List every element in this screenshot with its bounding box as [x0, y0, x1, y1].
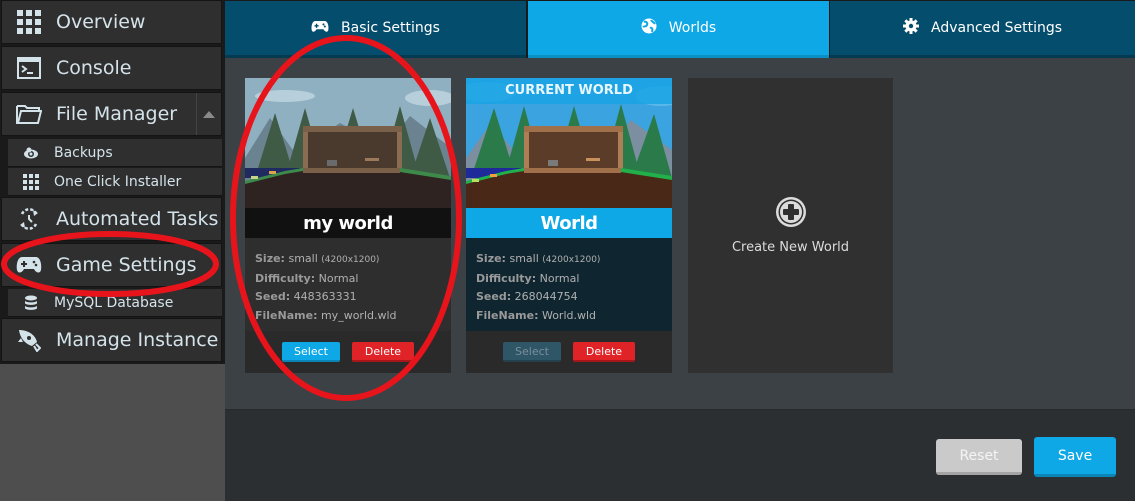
create-new-world-label: Create New World — [731, 240, 850, 255]
grid-icon — [2, 10, 56, 34]
difficulty-label: Difficulty: — [476, 271, 537, 285]
sidebar-item-mysql-database[interactable]: MySQL Database — [8, 289, 222, 317]
sidebar-item-manage-instance[interactable]: Manage Instance — [1, 318, 222, 362]
world-seed: Seed: 448363331 — [255, 288, 441, 307]
world-info: Size: small (4200x1200) Difficulty: Norm… — [245, 238, 451, 331]
terminal-icon — [2, 57, 56, 79]
delete-world-button[interactable]: Delete — [573, 342, 635, 362]
world-name: World — [466, 208, 672, 238]
difficulty-value: Normal — [318, 271, 359, 285]
database-icon — [8, 295, 54, 311]
tab-label: Worlds — [668, 20, 717, 36]
seed-label: Seed: — [476, 290, 512, 303]
world-size: Size: small (4200x1200) — [255, 250, 441, 270]
create-new-world-button[interactable]: Create New World — [688, 78, 893, 373]
seed-value: 268044754 — [514, 290, 578, 303]
filename-value: World.wld — [541, 308, 597, 322]
tab-label: Basic Settings — [341, 20, 440, 36]
sidebar-item-label: Automated Tasks — [56, 208, 219, 230]
world-preview-image: CURRENT WORLD — [466, 78, 672, 208]
worlds-panel: my world Size: small (4200x1200) Difficu… — [225, 58, 1135, 409]
world-info: Size: small (4200x1200) Difficulty: Norm… — [466, 238, 672, 331]
select-world-button[interactable]: Select — [282, 342, 340, 362]
seed-value: 448363331 — [293, 290, 357, 303]
world-difficulty: Difficulty: Normal — [255, 270, 441, 289]
gamepad-icon — [2, 256, 56, 274]
sidebar-item-overview[interactable]: Overview — [1, 0, 222, 44]
delete-world-button[interactable]: Delete — [352, 342, 414, 362]
chevron-up-icon — [203, 111, 215, 118]
gamepad-icon — [311, 20, 329, 37]
difficulty-value: Normal — [539, 271, 580, 285]
footer-actions: Reset Save — [225, 409, 1135, 501]
collapse-button[interactable] — [196, 93, 221, 135]
tab-basic-settings[interactable]: Basic Settings — [225, 1, 526, 58]
filename-label: FileName: — [255, 308, 318, 322]
settings-tabs: Basic Settings Worlds Advanced Settings — [225, 0, 1135, 58]
sidebar-item-file-manager[interactable]: File Manager — [1, 92, 222, 136]
size-label: Size: — [476, 252, 506, 265]
reset-button[interactable]: Reset — [936, 439, 1022, 475]
sidebar-item-label: Manage Instance — [56, 329, 219, 351]
world-filename: FileName: World.wld — [476, 307, 662, 326]
world-difficulty: Difficulty: Normal — [476, 270, 662, 289]
size-value: small — [509, 252, 539, 265]
sidebar-item-label: Backups — [54, 144, 113, 161]
globe-icon — [641, 18, 657, 38]
world-card: my world Size: small (4200x1200) Difficu… — [245, 78, 451, 373]
world-size: Size: small (4200x1200) — [476, 250, 662, 270]
sidebar-item-label: Game Settings — [56, 254, 197, 276]
backup-cloud-icon — [8, 147, 54, 159]
world-preview-image — [245, 78, 451, 208]
sidebar-item-label: MySQL Database — [54, 294, 174, 311]
size-value: small — [288, 252, 318, 265]
tab-worlds[interactable]: Worlds — [528, 1, 829, 58]
tab-advanced-settings[interactable]: Advanced Settings — [830, 1, 1135, 58]
plus-circle-icon — [775, 196, 807, 232]
sidebar-item-backups[interactable]: Backups — [8, 139, 222, 167]
world-seed: Seed: 268044754 — [476, 288, 662, 307]
sidebar-item-console[interactable]: Console — [1, 46, 222, 90]
size-dims: (4200x1200) — [321, 255, 380, 265]
save-button[interactable]: Save — [1034, 437, 1116, 477]
sidebar: Overview Console File Manager Backups On… — [0, 0, 225, 364]
filename-label: FileName: — [476, 308, 539, 322]
tab-label: Advanced Settings — [930, 20, 1063, 36]
sidebar-item-label: File Manager — [56, 103, 178, 125]
size-label: Size: — [255, 252, 285, 265]
filename-value: my_world.wld — [320, 308, 397, 322]
current-world-banner: CURRENT WORLD — [505, 82, 633, 98]
sidebar-item-label: Console — [56, 57, 132, 79]
world-card-current: CURRENT WORLD World Size: small (4200x12… — [466, 78, 672, 373]
world-name: my world — [245, 208, 451, 238]
gear-icon — [902, 18, 919, 38]
grid-icon — [8, 173, 54, 190]
seed-label: Seed: — [255, 290, 291, 303]
size-dims: (4200x1200) — [542, 255, 601, 265]
sidebar-item-label: One Click Installer — [54, 173, 182, 190]
folder-icon — [2, 104, 56, 124]
sidebar-item-label: Overview — [56, 11, 146, 33]
app-root: Overview Console File Manager Backups On… — [0, 0, 1135, 501]
world-filename: FileName: my_world.wld — [255, 307, 441, 326]
select-world-button[interactable]: Select — [503, 342, 561, 362]
rocket-icon — [2, 328, 56, 352]
world-actions: Select Delete — [245, 331, 451, 373]
world-actions: Select Delete — [466, 331, 672, 373]
sidebar-item-game-settings[interactable]: Game Settings — [1, 243, 222, 287]
sidebar-item-one-click-installer[interactable]: One Click Installer — [8, 168, 222, 196]
difficulty-label: Difficulty: — [255, 271, 316, 285]
sidebar-item-automated-tasks[interactable]: Automated Tasks — [1, 197, 222, 241]
task-clock-icon — [2, 208, 56, 230]
